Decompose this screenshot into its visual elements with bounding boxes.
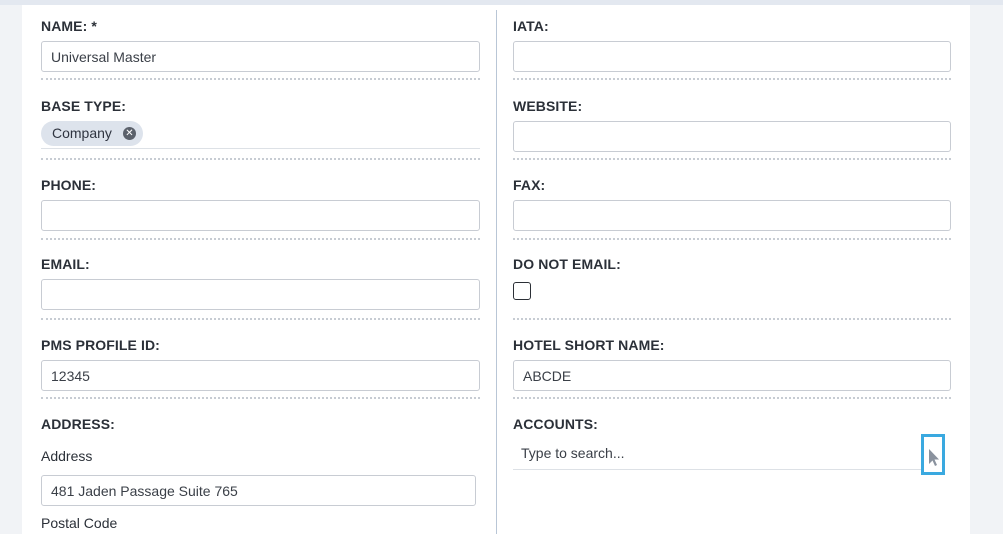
base-type-chip[interactable]: Company ✕ [41, 121, 143, 146]
hotel-short-name-input[interactable] [513, 360, 951, 391]
highlight-box [921, 434, 945, 475]
website-label: WEBSITE: [513, 98, 583, 114]
close-circle-icon[interactable]: ✕ [123, 127, 136, 140]
address-sublabel: Address [41, 448, 93, 464]
divider [41, 318, 480, 320]
email-input[interactable] [41, 279, 480, 310]
divider [513, 318, 951, 320]
divider [41, 158, 480, 160]
address-label: ADDRESS: [41, 416, 115, 432]
accounts-underline [513, 469, 921, 470]
divider [41, 238, 480, 240]
name-input[interactable] [41, 41, 480, 72]
divider [513, 158, 951, 160]
accounts-search-input[interactable]: Type to search... [521, 445, 625, 461]
postal-code-label: Postal Code [41, 515, 118, 531]
divider [513, 238, 951, 240]
divider [41, 78, 480, 80]
email-label: EMAIL: [41, 256, 90, 272]
pms-profile-id-input[interactable] [41, 360, 480, 391]
pms-profile-id-label: PMS PROFILE ID: [41, 337, 160, 353]
divider [513, 397, 951, 399]
accounts-label: ACCOUNTS: [513, 416, 598, 432]
column-divider [496, 10, 497, 534]
base-type-underline [41, 148, 480, 149]
divider [41, 397, 480, 399]
name-label: NAME: * [41, 18, 97, 34]
phone-input[interactable] [41, 200, 480, 231]
fax-input[interactable] [513, 200, 951, 231]
base-type-label: BASE TYPE: [41, 98, 127, 114]
address-input[interactable] [41, 475, 476, 506]
do-not-email-checkbox[interactable] [513, 282, 531, 300]
mouse-pointer-icon [929, 449, 939, 466]
iata-label: IATA: [513, 18, 549, 34]
hotel-short-name-label: HOTEL SHORT NAME: [513, 337, 665, 353]
base-type-chip-label: Company [52, 125, 112, 141]
iata-input[interactable] [513, 41, 951, 72]
phone-label: PHONE: [41, 177, 97, 193]
do-not-email-label: DO NOT EMAIL: [513, 256, 621, 272]
fax-label: FAX: [513, 177, 546, 193]
website-input[interactable] [513, 121, 951, 152]
scrollbar-track[interactable] [991, 5, 1003, 534]
divider [513, 78, 951, 80]
